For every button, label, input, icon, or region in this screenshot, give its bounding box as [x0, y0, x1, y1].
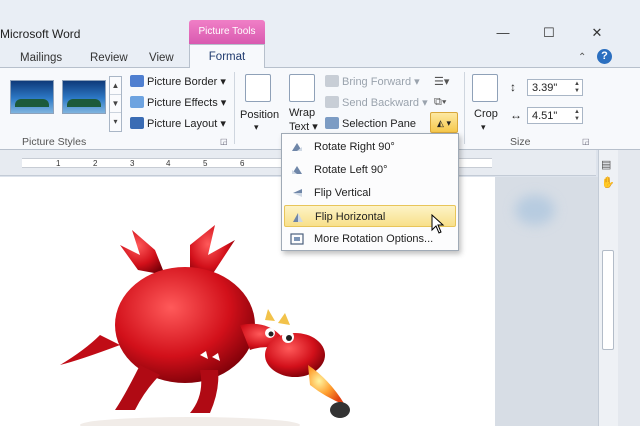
rotate-right-icon	[292, 143, 302, 151]
close-button[interactable]: ✕	[588, 26, 606, 40]
picture-effects-button[interactable]: Picture Effects ▾	[130, 96, 226, 109]
tab-review[interactable]: Review	[90, 52, 128, 64]
ruler-number: 3	[130, 159, 135, 168]
selection-pane-button[interactable]: Selection Pane	[325, 117, 416, 130]
width-value: 4.51"	[532, 110, 558, 122]
flip-vertical-label: Flip Vertical	[314, 187, 371, 199]
ruler-number: 6	[240, 159, 245, 168]
view-ruler-icon[interactable]: ▤	[601, 158, 611, 171]
width-field[interactable]: 4.51" ▲ ▼	[527, 107, 583, 124]
picture-effects-label: Picture Effects	[147, 97, 218, 109]
send-backward-icon	[325, 96, 339, 108]
height-field[interactable]: 3.39" ▲ ▼	[527, 79, 583, 96]
rotate-button[interactable]: ◭ ▾	[430, 112, 458, 133]
ruler-number: 4	[166, 159, 171, 168]
position-button[interactable]: Position	[240, 109, 279, 121]
align-icon[interactable]: ☰▾	[434, 75, 449, 88]
rotate-icon: ◭	[437, 118, 444, 128]
width-spinner-icon[interactable]: ▲ ▼	[574, 109, 580, 123]
picture-layout-icon	[130, 117, 144, 129]
tab-view[interactable]: View	[149, 52, 174, 64]
ruler-number: 2	[93, 159, 98, 168]
group-separator	[464, 72, 465, 144]
picture-border-label: Picture Border	[147, 76, 218, 88]
selection-pane-icon	[325, 117, 339, 129]
size-group-label: Size	[510, 136, 531, 148]
wrap-text-line1[interactable]: Wrap	[289, 107, 315, 119]
crop-caret-icon[interactable]: ▾	[481, 122, 486, 133]
group-objects-icon[interactable]: ⧉▾	[434, 96, 446, 109]
flip-vertical-icon	[293, 189, 302, 197]
screen-edge	[618, 150, 640, 426]
picture-layout-button[interactable]: Picture Layout ▾	[130, 117, 226, 130]
send-backward-label: Send Backward	[342, 97, 420, 109]
picture-style-thumbnail[interactable]	[62, 80, 106, 114]
maximize-button[interactable]: ☐	[540, 26, 558, 40]
picture-effects-icon	[130, 96, 144, 108]
tab-mailings[interactable]: Mailings	[20, 52, 62, 64]
mouse-pointer-icon	[431, 214, 445, 234]
bring-forward-icon	[325, 75, 339, 87]
wrap-text-icon	[289, 74, 315, 102]
wrap-text-line2: Text	[289, 121, 310, 133]
picture-style-thumbnail[interactable]	[10, 80, 54, 114]
shape-width-icon: ↔	[510, 108, 522, 122]
send-backward-button[interactable]: Send Backward ▾	[325, 96, 428, 109]
picture-layout-label: Picture Layout	[147, 118, 218, 130]
rotate-right-item[interactable]: Rotate Right 90°	[284, 136, 456, 158]
height-value: 3.39"	[532, 82, 558, 94]
size-launcher-icon[interactable]: ◲	[582, 137, 590, 146]
position-caret-icon[interactable]: ▾	[254, 122, 259, 133]
rotate-left-icon	[292, 166, 302, 174]
picture-styles-launcher-icon[interactable]: ◲	[220, 137, 228, 146]
gallery-down-icon[interactable]: ▼	[110, 95, 121, 113]
style-gallery-scroll[interactable]: ▲ ▼ ▾	[109, 76, 122, 132]
gallery-up-icon[interactable]: ▲	[110, 77, 121, 95]
shape-height-icon: ↕	[510, 80, 516, 94]
bring-forward-button[interactable]: Bring Forward ▾	[325, 75, 420, 88]
group-separator	[234, 72, 235, 144]
collapse-ribbon-icon[interactable]: ⌃	[578, 52, 586, 63]
more-rotation-options-label: More Rotation Options...	[314, 233, 434, 245]
height-spinner-icon[interactable]: ▲ ▼	[574, 81, 580, 95]
ruler-number: 5	[203, 159, 208, 168]
tab-format[interactable]: Format	[189, 44, 265, 69]
bring-forward-label: Bring Forward	[342, 76, 412, 88]
flip-vertical-item[interactable]: Flip Vertical	[284, 182, 456, 204]
minimize-button[interactable]: —	[494, 26, 512, 40]
blurred-background-shape	[515, 195, 555, 225]
crop-icon	[472, 74, 498, 102]
dragon-picture[interactable]	[40, 225, 370, 426]
pan-hand-icon[interactable]: ✋	[601, 176, 615, 189]
wrap-text-button[interactable]: Text ▾	[289, 120, 318, 133]
gallery-more-icon[interactable]: ▾	[110, 113, 121, 131]
rotate-right-label: Rotate Right 90°	[314, 141, 395, 153]
position-label: Position	[240, 109, 280, 121]
picture-border-button[interactable]: Picture Border ▾	[130, 75, 226, 88]
flip-horizontal-label: Flip Horizontal	[315, 211, 386, 223]
selection-pane-label: Selection Pane	[342, 118, 416, 130]
flip-horizontal-icon	[293, 213, 303, 222]
window-title: Microsoft Word	[0, 27, 81, 41]
scrollbar-thumb[interactable]	[602, 250, 614, 350]
rotate-left-label: Rotate Left 90°	[314, 164, 388, 176]
help-icon[interactable]: ?	[597, 49, 612, 64]
crop-button[interactable]: Crop	[474, 108, 498, 120]
rotate-left-item[interactable]: Rotate Left 90°	[284, 159, 456, 181]
ruler-number: 1	[56, 159, 61, 168]
picture-tools-band: Picture Tools	[189, 20, 265, 44]
position-icon	[245, 74, 271, 102]
picture-styles-group-label: Picture Styles	[22, 136, 87, 148]
picture-border-icon	[130, 75, 144, 87]
more-rotation-options-icon	[290, 233, 304, 245]
